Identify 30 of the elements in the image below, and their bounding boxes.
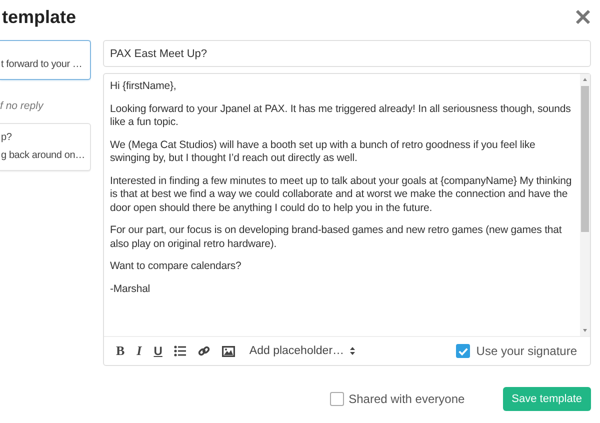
template-card[interactable]: t forward to your … xyxy=(0,40,91,80)
message-paragraph: Hi {firstName}, xyxy=(110,80,178,94)
checkbox[interactable] xyxy=(456,344,470,358)
scrollbar[interactable] xyxy=(580,74,590,336)
message-paragraph: For our part, our focus is on developing brand-based games and new retro games (new games that also play on original retro hardware). xyxy=(110,224,563,251)
template-preview: g back around on… xyxy=(0,149,85,163)
dialog-title: template xyxy=(2,6,76,28)
message-editor[interactable] xyxy=(103,73,591,366)
subject-field[interactable]: PAX East Meet Up? xyxy=(103,40,591,67)
message-paragraph: We (Mega Cat Studios) will have a booth set up with a bunch of retro goodness if you feel like swinging by, but I thought I’d reach out directly as well. xyxy=(110,138,536,166)
close-icon[interactable] xyxy=(575,9,591,25)
template-preview: t forward to your … xyxy=(0,58,82,72)
checkbox-label: Shared with everyone xyxy=(348,392,465,406)
message-paragraph: -Marshal xyxy=(110,282,152,296)
sort-caret-icon xyxy=(349,346,356,356)
placeholder-dropdown[interactable]: Add placeholder… xyxy=(249,345,356,357)
template-name: p? xyxy=(0,131,12,145)
underline-button[interactable]: U xyxy=(154,344,162,358)
template-card[interactable]: p? g back around on… xyxy=(0,123,91,171)
image-icon[interactable] xyxy=(222,346,236,356)
italic-button[interactable]: I xyxy=(136,343,142,359)
message-paragraph: Looking forward to your Jpanel at PAX. It has me triggered already! In all seriousness though, sounds like a fun topic. xyxy=(110,102,572,130)
message-paragraph: Want to compare calendars? xyxy=(110,260,242,274)
link-icon[interactable] xyxy=(198,345,210,357)
checkbox[interactable] xyxy=(330,392,344,406)
message-paragraph: Interested in finding a few minutes to meet up to talk about your goals at {companyName} My thinking is that at best we find a way we could collaborate and at worst we make the connection and have the door open should there be anything I could do to help you in the future. xyxy=(110,174,573,215)
section-label: f no reply xyxy=(0,100,45,112)
list-icon[interactable] xyxy=(174,345,186,357)
bold-button[interactable]: B xyxy=(116,343,125,359)
checkbox-label: Use your signature xyxy=(476,344,577,358)
